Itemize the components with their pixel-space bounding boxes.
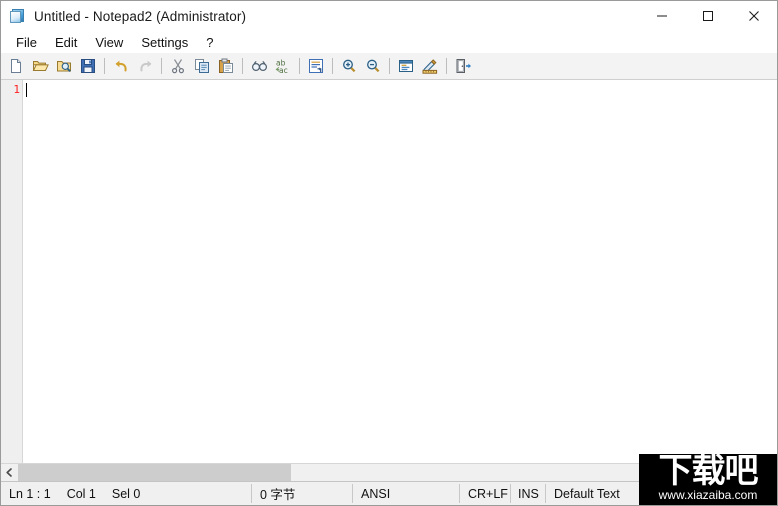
browse-file-icon (56, 61, 71, 73)
browse-file-button[interactable] (52, 54, 76, 78)
svg-text:ac: ac (279, 66, 288, 74)
toolbar-separator-7 (446, 58, 447, 74)
replace-icon: ab ac (275, 59, 288, 74)
toolbar-separator-2 (161, 58, 162, 74)
redo-icon (139, 60, 151, 72)
toolbar-separator-6 (389, 58, 390, 74)
word-wrap-button[interactable] (304, 54, 328, 78)
toolbar-separator-4 (299, 58, 300, 74)
title-bar: Untitled - Notepad2 (Administrator) (1, 1, 777, 31)
zoom-out-icon (367, 59, 380, 73)
status-insert-mode[interactable]: INS (511, 482, 545, 505)
menu-item-file[interactable]: File (7, 33, 46, 52)
status-eol[interactable]: CR+LF (460, 482, 510, 505)
cut-icon (171, 59, 184, 74)
text-caret (26, 83, 27, 97)
menu-item-view[interactable]: View (86, 33, 132, 52)
paste-icon (219, 58, 233, 73)
zoom-out-button[interactable] (361, 54, 385, 78)
scrollbar-thumb[interactable] (18, 464, 291, 481)
toolbar: ab ac (1, 53, 777, 80)
maximize-button[interactable] (685, 1, 731, 31)
toolbar-separator-5 (332, 58, 333, 74)
undo-button[interactable] (109, 54, 133, 78)
find-button[interactable] (247, 54, 271, 78)
text-editor-surface[interactable] (23, 80, 777, 463)
exit-button[interactable] (451, 54, 475, 78)
notepad2-window: Untitled - Notepad2 (Administrator) File… (0, 0, 778, 506)
window-controls (639, 1, 777, 31)
save-file-icon (81, 59, 95, 73)
status-scheme[interactable]: Default Text (546, 482, 777, 505)
undo-icon (115, 60, 127, 72)
menu-item-help[interactable]: ? (197, 33, 222, 52)
status-encoding[interactable]: ANSI (353, 482, 459, 505)
zoom-in-button[interactable] (337, 54, 361, 78)
scheme-icon (399, 60, 413, 72)
customize-schemes-button[interactable] (418, 54, 442, 78)
new-file-button[interactable] (4, 54, 28, 78)
window-title: Untitled - Notepad2 (Administrator) (34, 8, 247, 24)
toolbar-separator-1 (104, 58, 105, 74)
minimize-button[interactable] (639, 1, 685, 31)
copy-button[interactable] (190, 54, 214, 78)
status-bar: Ln 1 : 1 Col 1 Sel 0 0 字节 ANSI CR+LF INS… (1, 481, 777, 505)
paste-button[interactable] (214, 54, 238, 78)
horizontal-scrollbar[interactable] (1, 463, 777, 481)
editor-area[interactable]: 1 (1, 80, 777, 463)
status-sel: Sel 0 (111, 486, 141, 501)
redo-button[interactable] (133, 54, 157, 78)
open-file-button[interactable] (28, 54, 52, 78)
scheme-button[interactable] (394, 54, 418, 78)
copy-icon (195, 59, 209, 73)
menu-item-settings[interactable]: Settings (132, 33, 197, 52)
chevron-left-icon[interactable] (1, 464, 18, 481)
status-bytes: 0 字节 (260, 488, 296, 502)
find-icon (251, 60, 267, 72)
menu-item-edit[interactable]: Edit (46, 33, 86, 52)
minimize-icon (657, 15, 667, 17)
exit-icon (456, 59, 471, 73)
toolbar-separator-3 (242, 58, 243, 74)
scrollbar-track[interactable] (18, 464, 777, 481)
close-icon (749, 11, 759, 21)
notepad-app-icon (10, 8, 26, 24)
menu-bar: File Edit View Settings ? (1, 31, 777, 53)
replace-button[interactable]: ab ac (271, 54, 295, 78)
line-number-gutter: 1 (1, 80, 23, 463)
word-wrap-icon (309, 59, 323, 73)
status-col: Col 1 (66, 486, 96, 501)
zoom-in-icon (343, 59, 356, 73)
status-line-col: Ln 1 : 1 (9, 486, 51, 501)
cut-button[interactable] (166, 54, 190, 78)
status-position[interactable]: Ln 1 : 1 Col 1 Sel 0 (1, 482, 251, 505)
save-file-button[interactable] (76, 54, 100, 78)
close-button[interactable] (731, 1, 777, 31)
line-number: 1 (13, 83, 20, 96)
open-file-icon (32, 61, 49, 71)
maximize-icon (703, 11, 713, 21)
new-file-icon (11, 59, 21, 73)
customize-schemes-icon (422, 59, 438, 74)
